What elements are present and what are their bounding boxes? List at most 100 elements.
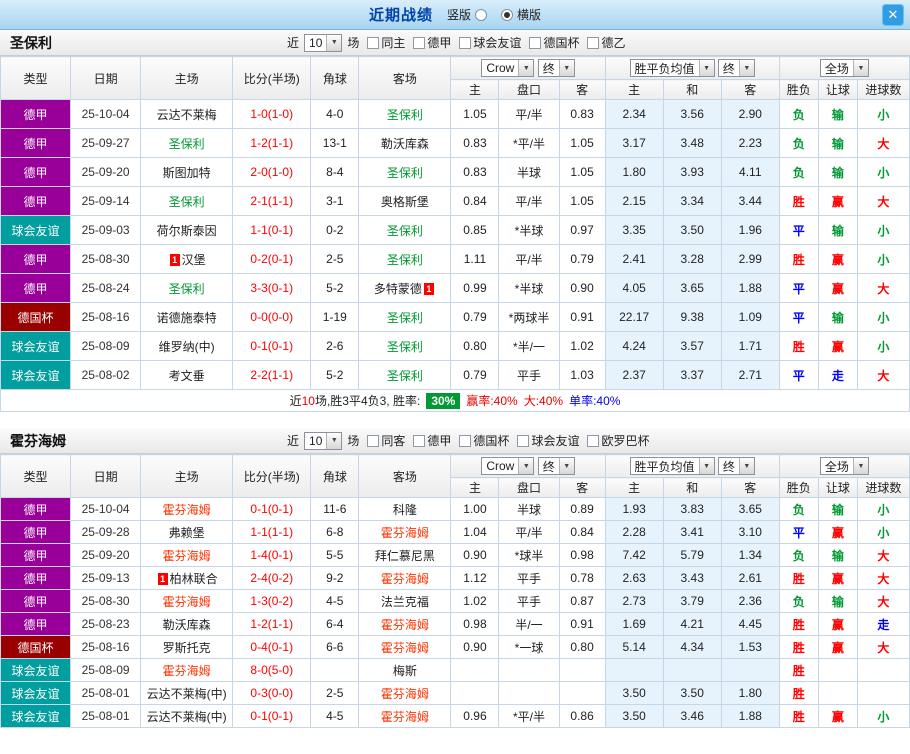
cell-score[interactable]: 1-3(0-2) <box>232 589 312 613</box>
filter-option-german-cup[interactable]: 德国杯 <box>529 34 579 51</box>
layout-radio-vertical[interactable]: 竖版 <box>447 6 487 23</box>
filter-option-friendly[interactable]: 球会友谊 <box>517 432 579 449</box>
checkbox-icon[interactable] <box>587 434 600 447</box>
away-team-name[interactable]: 霍芬海姆 <box>381 687 429 701</box>
radio-selected-icon[interactable] <box>501 8 513 21</box>
scope-select[interactable]: 全场 ▼ <box>819 59 869 77</box>
away-team-name[interactable]: 圣保利 <box>387 108 423 122</box>
cell-home-team: 勒沃库森 <box>140 612 234 636</box>
home-team-name[interactable]: 云达不莱梅(中) <box>147 710 227 724</box>
radio-unselected-icon[interactable] <box>475 8 487 21</box>
home-team-name[interactable]: 云达不莱梅(中) <box>147 687 227 701</box>
home-team-name[interactable]: 罗斯托克 <box>163 641 211 655</box>
home-team-name[interactable]: 汉堡 <box>182 253 206 267</box>
checkbox-icon[interactable] <box>459 434 472 447</box>
filter-option-friendly[interactable]: 球会友谊 <box>459 34 521 51</box>
checkbox-icon[interactable] <box>587 36 600 49</box>
bookmaker-select[interactable]: Crow ▼ <box>481 457 535 475</box>
away-team-name[interactable]: 勒沃库森 <box>381 137 429 151</box>
away-team-name[interactable]: 霍芬海姆 <box>381 641 429 655</box>
away-team-name[interactable]: 圣保利 <box>387 166 423 180</box>
filter-option-bundesliga[interactable]: 德甲 <box>413 34 451 51</box>
home-team-name[interactable]: 圣保利 <box>169 195 205 209</box>
home-team-name[interactable]: 圣保利 <box>169 137 205 151</box>
cell-score[interactable]: 1-4(0-1) <box>232 543 312 567</box>
avg-odds-select[interactable]: 胜平负均值 ▼ <box>629 457 715 475</box>
filter-option-bundesliga2[interactable]: 德乙 <box>587 34 625 51</box>
home-team-name[interactable]: 荷尔斯泰因 <box>157 224 217 238</box>
away-team-name[interactable]: 霍芬海姆 <box>381 618 429 632</box>
cell-score[interactable]: 1-2(1-1) <box>232 612 312 636</box>
checkbox-icon[interactable] <box>367 434 380 447</box>
checkbox-icon[interactable] <box>413 434 426 447</box>
away-team-name[interactable]: 多特蒙德 <box>374 282 422 296</box>
home-team-name[interactable]: 霍芬海姆 <box>163 503 211 517</box>
filter-option-same-away[interactable]: 同客 <box>367 432 405 449</box>
cell-score[interactable]: 1-1(0-1) <box>232 215 312 245</box>
cell-score[interactable]: 0-3(0-0) <box>232 681 312 705</box>
home-team-name[interactable]: 弗赖堡 <box>169 526 205 540</box>
cell-score[interactable]: 0-0(0-0) <box>232 302 312 332</box>
cell-score[interactable]: 2-4(0-2) <box>232 566 312 590</box>
close-button[interactable]: ✕ <box>882 4 904 26</box>
home-team-name[interactable]: 诺德施泰特 <box>157 311 217 325</box>
cell-score[interactable]: 0-1(0-1) <box>232 704 312 728</box>
filter-option-europa-league[interactable]: 欧罗巴杯 <box>587 432 649 449</box>
scope-select[interactable]: 全场 ▼ <box>819 457 869 475</box>
filter-option-german-cup[interactable]: 德国杯 <box>459 432 509 449</box>
away-team-name[interactable]: 法兰克福 <box>381 595 429 609</box>
cell-score[interactable]: 0-4(0-1) <box>232 635 312 659</box>
home-team-name[interactable]: 圣保利 <box>169 282 205 296</box>
cell-score[interactable]: 3-3(0-1) <box>232 273 312 303</box>
filter-unit-label: 场 <box>347 434 360 448</box>
away-team-name[interactable]: 拜仁慕尼黑 <box>375 549 435 563</box>
filter-option-bundesliga[interactable]: 德甲 <box>413 432 451 449</box>
home-team-name[interactable]: 勒沃库森 <box>163 618 211 632</box>
away-team-name[interactable]: 圣保利 <box>387 311 423 325</box>
avg-stage-select[interactable]: 终 ▼ <box>717 59 755 77</box>
cell-score[interactable]: 8-0(5-0) <box>232 658 312 682</box>
match-count-select[interactable]: 10 ▼ <box>304 431 343 450</box>
away-team-name[interactable]: 科隆 <box>393 503 417 517</box>
layout-radio-horizontal[interactable]: 横版 <box>501 6 541 23</box>
odds-stage-select[interactable]: 终 ▼ <box>537 59 575 77</box>
away-team-name[interactable]: 霍芬海姆 <box>381 526 429 540</box>
cell-score[interactable]: 0-1(0-1) <box>232 331 312 361</box>
away-team-name[interactable]: 霍芬海姆 <box>381 710 429 724</box>
home-team-name[interactable]: 考文垂 <box>169 369 205 383</box>
away-team-name[interactable]: 圣保利 <box>387 224 423 238</box>
home-team-name[interactable]: 斯图加特 <box>163 166 211 180</box>
bookmaker-select[interactable]: Crow ▼ <box>481 59 535 77</box>
odds-stage-select[interactable]: 终 ▼ <box>537 457 575 475</box>
away-team-name[interactable]: 霍芬海姆 <box>381 572 429 586</box>
away-team-name[interactable]: 奥格斯堡 <box>381 195 429 209</box>
avg-odds-select[interactable]: 胜平负均值 ▼ <box>629 59 715 77</box>
away-team-name[interactable]: 圣保利 <box>387 253 423 267</box>
away-team-name[interactable]: 圣保利 <box>387 340 423 354</box>
home-team-name[interactable]: 维罗纳(中) <box>159 340 215 354</box>
cell-score[interactable]: 0-2(0-1) <box>232 244 312 274</box>
avg-stage-select[interactable]: 终 ▼ <box>717 457 755 475</box>
checkbox-icon[interactable] <box>517 434 530 447</box>
checkbox-icon[interactable] <box>413 36 426 49</box>
cell-score[interactable]: 2-0(1-0) <box>232 157 312 187</box>
away-team-name[interactable]: 圣保利 <box>387 369 423 383</box>
cell-avg-home: 2.28 <box>604 520 664 544</box>
cell-score[interactable]: 1-1(1-1) <box>232 520 312 544</box>
cell-score[interactable]: 1-0(1-0) <box>232 99 312 129</box>
home-team-name[interactable]: 云达不莱梅 <box>157 108 217 122</box>
away-team-name[interactable]: 梅斯 <box>393 664 417 678</box>
match-count-select[interactable]: 10 ▼ <box>304 33 343 52</box>
home-team-name[interactable]: 霍芬海姆 <box>163 549 211 563</box>
checkbox-icon[interactable] <box>459 36 472 49</box>
checkbox-icon[interactable] <box>529 36 542 49</box>
home-team-name[interactable]: 霍芬海姆 <box>163 595 211 609</box>
checkbox-icon[interactable] <box>367 36 380 49</box>
filter-option-same-home[interactable]: 同主 <box>367 34 405 51</box>
cell-score[interactable]: 2-2(1-1) <box>232 360 312 390</box>
home-team-name[interactable]: 霍芬海姆 <box>163 664 211 678</box>
cell-score[interactable]: 0-1(0-1) <box>232 497 312 521</box>
cell-score[interactable]: 2-1(1-1) <box>232 186 312 216</box>
cell-score[interactable]: 1-2(1-1) <box>232 128 312 158</box>
home-team-name[interactable]: 柏林联合 <box>170 572 218 586</box>
